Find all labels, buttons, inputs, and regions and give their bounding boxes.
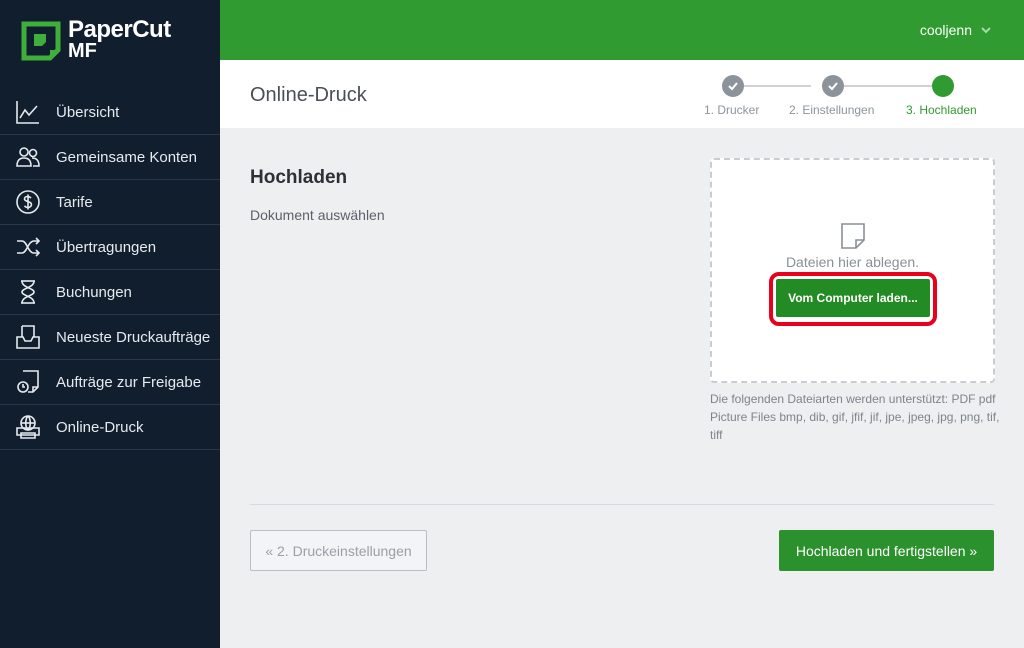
page-title: Online-Druck <box>250 84 367 106</box>
inbox-icon <box>0 315 56 360</box>
step-1-label: 1. Drucker <box>704 103 760 117</box>
sidebar-item-recent-jobs[interactable]: Neueste Druckaufträge <box>0 315 220 360</box>
step-3-dot <box>932 75 954 97</box>
user-menu[interactable]: cooljenn <box>920 22 992 38</box>
chart-line-icon <box>0 90 56 135</box>
top-bar: cooljenn <box>220 0 1024 60</box>
sidebar-nav: Übersicht Gemeinsame Konten Tarife Übert… <box>0 90 220 450</box>
shuffle-icon <box>0 225 56 270</box>
sidebar-item-web-print[interactable]: Online-Druck <box>0 405 220 450</box>
step-3-label: 3. Hochladen <box>906 103 977 117</box>
sidebar-item-label: Online-Druck <box>56 418 144 436</box>
sidebar-item-label: Übersicht <box>56 103 120 121</box>
step-connector <box>833 85 933 87</box>
brand-name: PaperCut <box>68 16 171 43</box>
sidebar-item-label: Übertragungen <box>56 238 157 256</box>
sidebar-item-label: Gemeinsame Konten <box>56 148 197 166</box>
papercut-logo[interactable]: PaperCut MF <box>20 18 210 68</box>
sidebar-item-label: Neueste Druckaufträge <box>56 328 211 346</box>
supported-filetypes-text: Die folgenden Dateiarten werden unterstü… <box>710 392 1000 442</box>
sidebar: PaperCut MF Übersicht Gemeinsame Konten … <box>0 0 220 648</box>
file-dropzone[interactable]: Dateien hier ablegen. Vom Computer laden… <box>710 158 995 383</box>
sidebar-item-label: Aufträge zur Freigabe <box>56 373 202 391</box>
page-header: Online-Druck 1. Drucker 2. Einstellungen… <box>220 60 1024 128</box>
upload-finish-button[interactable]: Hochladen und fertigstellen » <box>779 530 994 571</box>
file-icon <box>841 223 865 249</box>
users-icon <box>0 135 56 180</box>
back-button[interactable]: « 2. Druckeinstellungen <box>250 530 427 571</box>
brand-product: MF <box>68 40 97 62</box>
progress-steps: 1. Drucker 2. Einstellungen 3. Hochladen <box>700 74 990 124</box>
user-name: cooljenn <box>919 22 972 38</box>
section-subtitle: Dokument auswählen <box>250 207 385 223</box>
step-connector <box>733 85 811 87</box>
sidebar-item-jobs-release[interactable]: Aufträge zur Freigabe <box>0 360 220 405</box>
sidebar-item-bookings[interactable]: Buchungen <box>0 270 220 315</box>
document-release-icon <box>0 360 56 405</box>
check-icon <box>828 82 838 91</box>
sidebar-item-label: Buchungen <box>56 283 132 301</box>
step-1-dot <box>722 75 744 97</box>
divider <box>250 504 994 505</box>
sidebar-item-shared-accounts[interactable]: Gemeinsame Konten <box>0 135 220 180</box>
upload-from-computer-button[interactable]: Vom Computer laden... <box>776 279 930 317</box>
chevron-down-icon <box>981 27 991 34</box>
step-2-label: 2. Einstellungen <box>789 103 875 117</box>
section-title: Hochladen <box>250 167 348 188</box>
dollar-icon <box>0 180 56 225</box>
sidebar-item-transfers[interactable]: Übertragungen <box>0 225 220 270</box>
papercut-logo-icon <box>21 21 61 61</box>
sidebar-item-label: Tarife <box>56 193 93 211</box>
dropzone-text: Dateien hier ablegen. <box>785 254 920 270</box>
sidebar-item-overview[interactable]: Übersicht <box>0 90 220 135</box>
step-2-dot <box>822 75 844 97</box>
printer-globe-icon <box>0 405 56 450</box>
hourglass-icon <box>0 270 56 315</box>
check-icon <box>728 82 738 91</box>
sidebar-item-rates[interactable]: Tarife <box>0 180 220 225</box>
